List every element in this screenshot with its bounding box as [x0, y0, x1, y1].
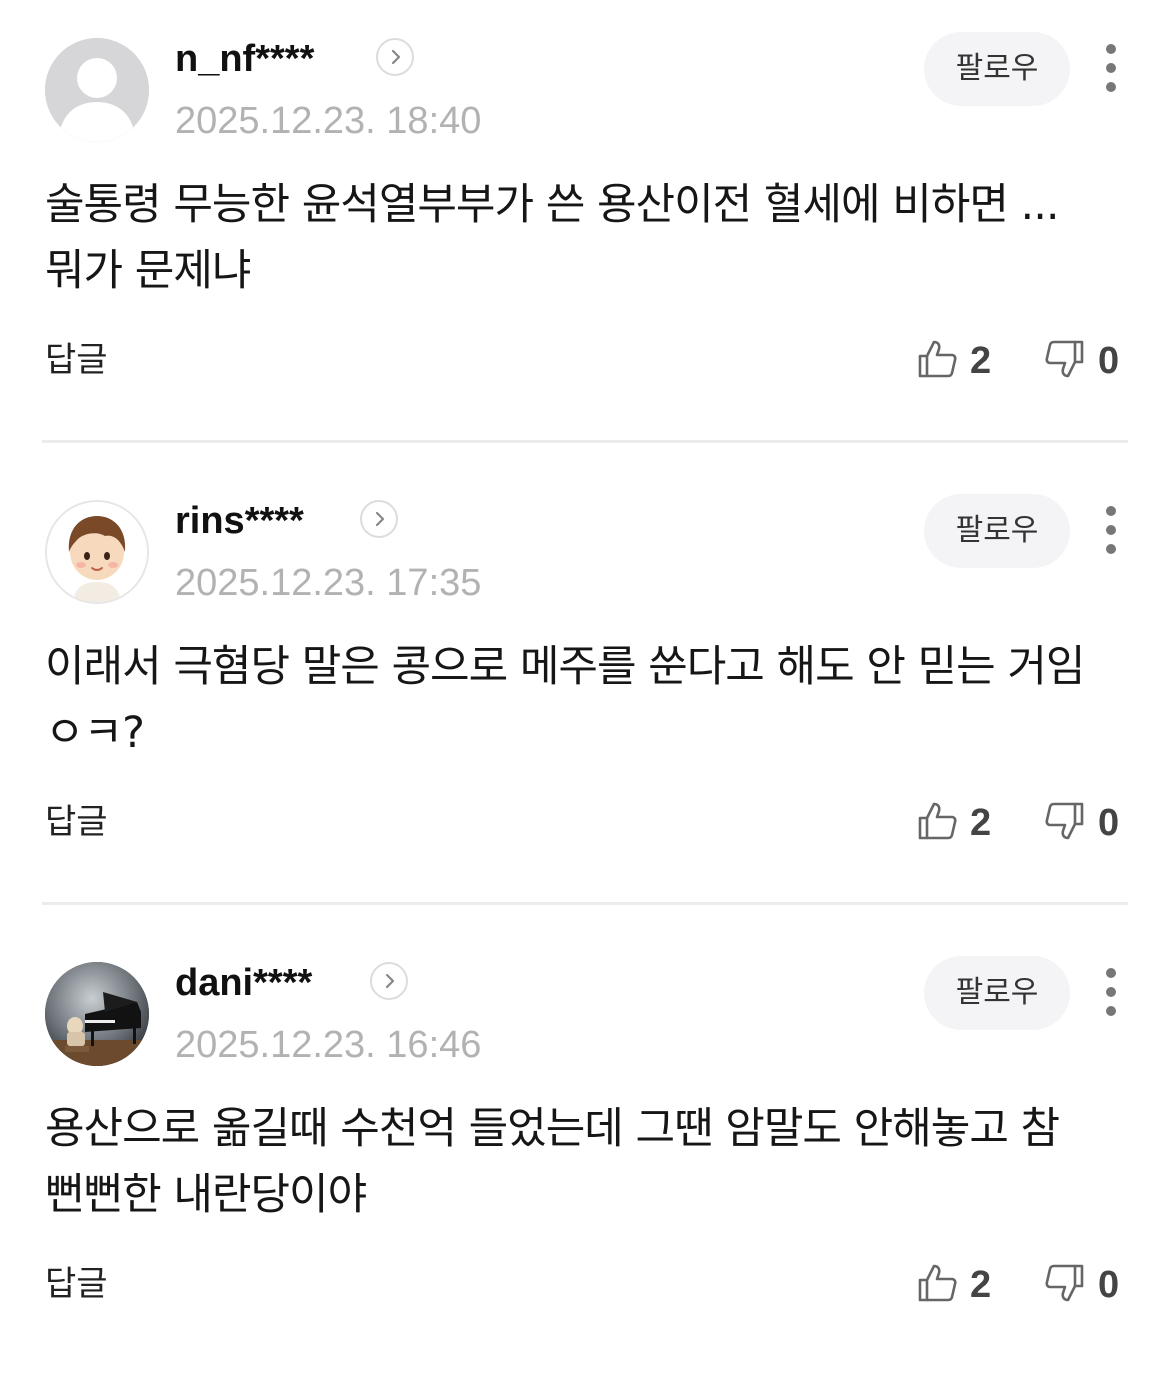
more-options-icon[interactable] — [1094, 40, 1130, 96]
username[interactable]: n_nf**** — [175, 36, 314, 82]
thumbs-up-icon — [918, 340, 957, 378]
timestamp: 2025.12.23. 16:46 — [175, 1024, 482, 1066]
profile-chevron-icon[interactable] — [376, 38, 414, 76]
dislike-button[interactable]: 0 — [1044, 796, 1128, 850]
dislike-button[interactable]: 0 — [1044, 334, 1128, 388]
more-options-icon[interactable] — [1094, 502, 1130, 558]
default-user-icon — [45, 38, 149, 142]
like-count: 2 — [970, 1264, 992, 1306]
username[interactable]: dani**** — [175, 960, 312, 1006]
dislike-count: 0 — [1098, 340, 1120, 382]
comment-text: 술통령 무능한 윤석열부부가 쓴 용산이전 혈세에 비하면 ... 뭐가 문제냐 — [45, 180, 1060, 296]
profile-chevron-icon[interactable] — [370, 962, 408, 1000]
cartoon-child-avatar — [47, 502, 147, 602]
divider — [42, 902, 1128, 905]
reply-button[interactable]: 답글 — [45, 336, 108, 384]
like-button[interactable]: 2 — [916, 796, 996, 850]
username[interactable]: rins**** — [175, 498, 304, 544]
thumbs-down-icon — [1045, 802, 1084, 840]
timestamp: 2025.12.23. 18:40 — [175, 100, 482, 142]
piano-photo-avatar — [45, 962, 149, 1066]
comment-text: 용산으로 옮길때 수천억 들었는데 그땐 암말도 안해놓고 참 뻔뻔한 내란당이… — [45, 1104, 1060, 1220]
reply-button[interactable]: 답글 — [45, 798, 108, 846]
comment-text: 이래서 극혐당 말은 콩으로 메주를 쑨다고 해도 안 믿는 거임 ㅇㅋ? — [45, 642, 1085, 758]
follow-button[interactable]: 팔로우 — [924, 32, 1070, 106]
thumbs-up-icon — [918, 1264, 957, 1302]
thumbs-up-icon — [918, 802, 957, 840]
follow-button[interactable]: 팔로우 — [924, 494, 1070, 568]
like-count: 2 — [970, 802, 992, 844]
dislike-button[interactable]: 0 — [1044, 1258, 1128, 1312]
dislike-count: 0 — [1098, 1264, 1120, 1306]
avatar[interactable] — [45, 500, 149, 604]
comment-item: rins**** 2025.12.23. 17:35 팔로우 이래서 극혐당 말… — [0, 462, 1170, 924]
more-options-icon[interactable] — [1094, 964, 1130, 1020]
reply-button[interactable]: 답글 — [45, 1260, 108, 1308]
avatar[interactable] — [45, 38, 149, 142]
like-button[interactable]: 2 — [916, 334, 996, 388]
like-button[interactable]: 2 — [916, 1258, 996, 1312]
avatar[interactable] — [45, 962, 149, 1066]
comment-item: n_nf**** 2025.12.23. 18:40 팔로우 술통령 무능한 윤… — [0, 0, 1170, 462]
timestamp: 2025.12.23. 17:35 — [175, 562, 482, 604]
dislike-count: 0 — [1098, 802, 1120, 844]
follow-button[interactable]: 팔로우 — [924, 956, 1070, 1030]
profile-chevron-icon[interactable] — [360, 500, 398, 538]
comment-item: dani**** 2025.12.23. 16:46 팔로우 용산으로 옮길때 … — [0, 924, 1170, 1386]
thumbs-down-icon — [1045, 340, 1084, 378]
like-count: 2 — [970, 340, 992, 382]
thumbs-down-icon — [1045, 1264, 1084, 1302]
divider — [42, 440, 1128, 443]
